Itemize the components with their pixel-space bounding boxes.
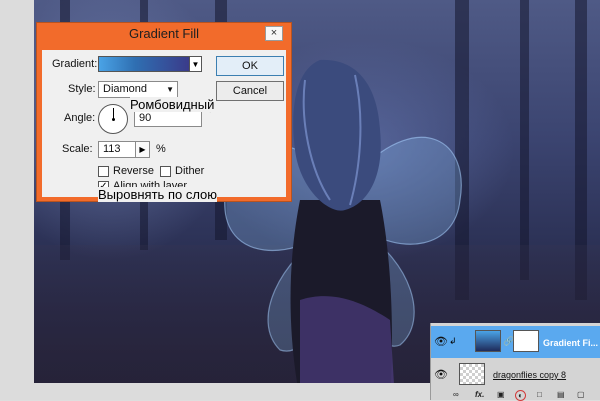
- layer-name[interactable]: Gradient Fi...: [543, 338, 598, 348]
- ok-button[interactable]: OK: [216, 56, 284, 76]
- reverse-label: Reverse: [113, 165, 154, 177]
- angle-label: Angle:: [64, 112, 96, 124]
- gradient-dropdown-icon[interactable]: ▼: [190, 56, 202, 72]
- transparent-layer-thumbnail[interactable]: [459, 363, 485, 385]
- dialog-title: Gradient Fill: [128, 26, 200, 41]
- reverse-checkbox[interactable]: [98, 166, 109, 177]
- style-select[interactable]: Diamond ▼: [98, 81, 178, 98]
- trash-icon[interactable]: ▢: [577, 390, 585, 399]
- align-translation-caption: Выровнять по слою: [98, 187, 218, 202]
- fx-icon[interactable]: fx.: [475, 390, 484, 399]
- adjustment-indicator-icon: ↲: [449, 336, 457, 346]
- adjustment-icon[interactable]: ◐: [515, 390, 526, 401]
- style-select-value: Diamond: [103, 83, 148, 95]
- layers-footer: ∞ fx. ▣ ◐ □ ▤ ▢: [431, 390, 600, 401]
- gradient-swatch[interactable]: [98, 56, 190, 72]
- gradient-layer-thumbnail[interactable]: [475, 330, 501, 352]
- cancel-button[interactable]: Cancel: [216, 81, 284, 101]
- chevron-down-icon: ▼: [166, 85, 174, 94]
- layer-name[interactable]: dragonflies copy 8: [493, 370, 566, 380]
- style-translation-caption: Ромбовидный: [130, 97, 215, 112]
- dialog-body: Gradient: ▼ Style: Diamond ▼ Angle: 90 °…: [42, 50, 286, 197]
- new-layer-icon[interactable]: ▤: [557, 390, 565, 399]
- gradient-label: Gradient:: [52, 58, 98, 70]
- layers-panel: 👁 ↲ 🔗 Gradient Fi... 👁 dragonflies copy …: [430, 323, 600, 401]
- close-icon[interactable]: ×: [265, 26, 283, 41]
- dither-label: Dither: [175, 165, 205, 177]
- mask-icon[interactable]: ▣: [497, 390, 505, 399]
- eye-icon[interactable]: 👁: [434, 335, 448, 348]
- scale-stepper-icon[interactable]: ▶: [136, 141, 150, 158]
- angle-hub: [112, 118, 115, 121]
- gradient-fill-dialog: Gradient Fill × Gradient: ▼ Style: Diamo…: [36, 22, 292, 202]
- dither-checkbox[interactable]: [160, 166, 171, 177]
- angle-dial[interactable]: [98, 104, 128, 134]
- eye-icon[interactable]: 👁: [434, 368, 448, 381]
- layer-row-dragonflies[interactable]: 👁 dragonflies copy 8: [431, 359, 600, 389]
- percent-symbol: %: [156, 143, 166, 155]
- style-label: Style:: [68, 83, 96, 95]
- angle-input[interactable]: 90: [134, 110, 202, 127]
- workspace-border-left: [0, 0, 34, 400]
- scale-label: Scale:: [62, 143, 93, 155]
- dialog-titlebar[interactable]: Gradient Fill ×: [37, 23, 291, 47]
- mask-thumbnail[interactable]: [513, 330, 539, 352]
- layer-row-gradient-fill[interactable]: 👁 ↲ 🔗 Gradient Fi...: [431, 326, 600, 358]
- folder-icon[interactable]: □: [537, 390, 542, 399]
- link-layers-icon[interactable]: ∞: [453, 390, 459, 399]
- scale-input[interactable]: 113: [98, 141, 136, 158]
